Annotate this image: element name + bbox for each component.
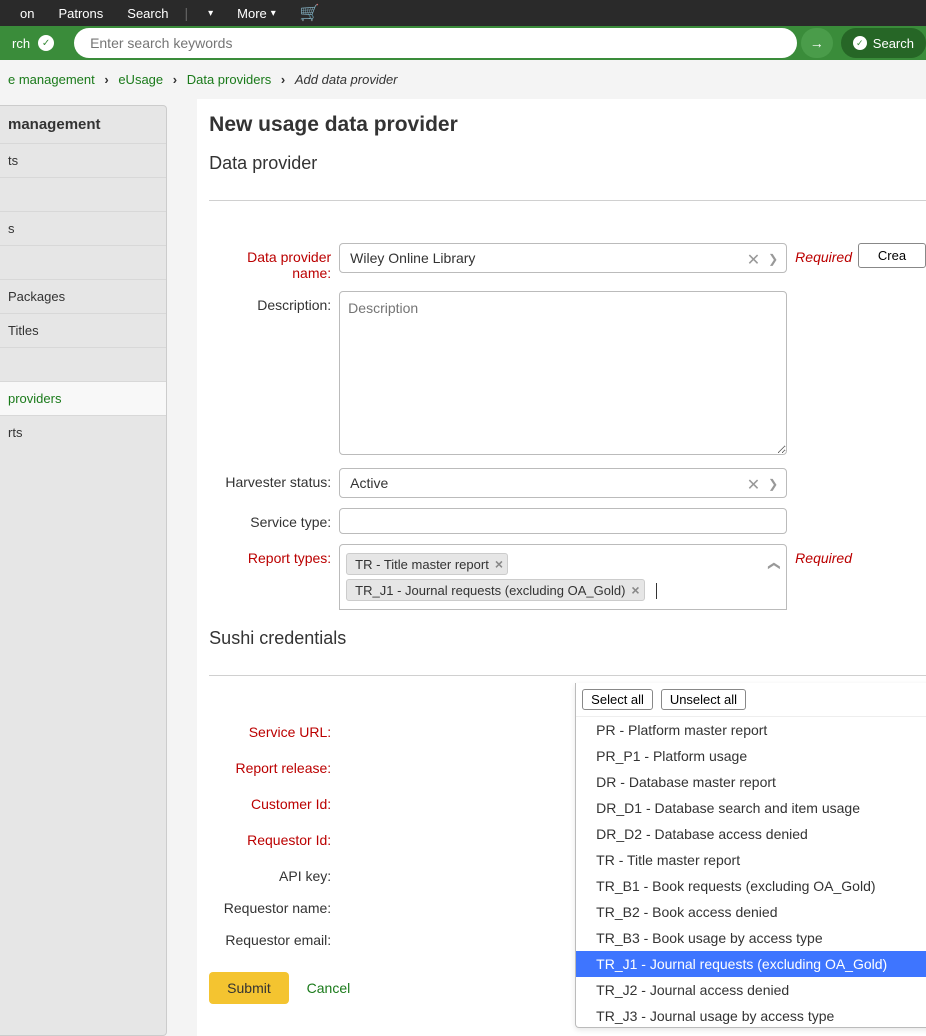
section-title-sushi: Sushi credentials	[209, 628, 926, 657]
search-bar: rch ✓ → ✓ Search	[0, 26, 926, 60]
breadcrumb: e management › eUsage › Data providers ›…	[0, 60, 926, 99]
sidebar-item[interactable]	[0, 245, 166, 279]
breadcrumb-current: Add data provider	[295, 72, 398, 87]
cart-icon[interactable]: 🛒	[288, 3, 332, 23]
dropdown-option[interactable]: DR - Database master report	[576, 769, 926, 795]
label-requestor-name: Requestor name:	[209, 894, 339, 916]
required-indicator: Required	[787, 243, 852, 265]
submit-button[interactable]: Submit	[209, 972, 289, 1004]
nav-item-more[interactable]: More▾	[225, 0, 288, 26]
label-report-release: Report release:	[209, 754, 339, 776]
nav-divider: |	[180, 5, 192, 21]
breadcrumb-link[interactable]: eUsage	[118, 72, 163, 87]
dropdown-option[interactable]: TR_B2 - Book access denied	[576, 899, 926, 925]
label-harvester: Harvester status:	[209, 468, 339, 490]
sidebar-item[interactable]: Titles	[0, 313, 166, 347]
sidebar-item[interactable]: ts	[0, 143, 166, 177]
check-icon: ✓	[853, 36, 867, 50]
remove-tag-icon[interactable]: ×	[631, 582, 639, 598]
create-manually-button[interactable]: Crea	[858, 243, 926, 268]
label-report-types: Report types:	[209, 544, 339, 566]
dropdown-option[interactable]: TR_J3 - Journal usage by access type	[576, 1003, 926, 1027]
sidebar-item[interactable]	[0, 347, 166, 381]
text-cursor	[656, 583, 657, 599]
remove-tag-icon[interactable]: ×	[495, 556, 503, 572]
dropdown-option[interactable]: TR_B1 - Book requests (excluding OA_Gold…	[576, 873, 926, 899]
dropdown-option[interactable]: TR_J2 - Journal access denied	[576, 977, 926, 1003]
sidebar-item[interactable]: s	[0, 211, 166, 245]
breadcrumb-link[interactable]: e management	[8, 72, 95, 87]
search-type-selector[interactable]: rch ✓	[0, 26, 66, 60]
chevron-right-icon: ›	[275, 72, 291, 87]
search-history-button[interactable]: ✓ Search	[841, 28, 926, 58]
search-input[interactable]	[74, 28, 797, 58]
provider-name-select[interactable]: Wiley Online Library ✕ ❯	[339, 243, 787, 273]
search-submit-button[interactable]: →	[801, 28, 833, 58]
selected-tag: TR - Title master report ×	[346, 553, 508, 575]
label-provider-name: Data provider name:	[209, 243, 339, 281]
label-requestor-email: Requestor email:	[209, 926, 339, 948]
dropdown-option[interactable]: PR_P1 - Platform usage	[576, 743, 926, 769]
chevron-up-icon[interactable]: ❯	[766, 561, 780, 571]
chevron-right-icon: ›	[167, 72, 183, 87]
nav-item-search[interactable]: Search	[115, 0, 180, 26]
dropdown-option[interactable]: TR_B3 - Book usage by access type	[576, 925, 926, 951]
selected-tag: TR_J1 - Journal requests (excluding OA_G…	[346, 579, 644, 601]
label-customer-id: Customer Id:	[209, 790, 339, 812]
check-icon: ✓	[38, 35, 54, 51]
top-navigation: on Patrons Search | ▾ More▾ 🛒	[0, 0, 926, 26]
chevron-down-icon[interactable]: ❯	[768, 477, 778, 491]
sidebar-item-providers[interactable]: providers	[0, 381, 166, 415]
description-textarea[interactable]	[339, 291, 787, 455]
page-title: New usage data provider	[209, 113, 926, 137]
main-content: New usage data provider Data provider Da…	[197, 99, 926, 1036]
caret-down-icon: ▾	[208, 8, 213, 19]
label-api-key: API key:	[209, 862, 339, 884]
dropdown-option[interactable]: DR_D1 - Database search and item usage	[576, 795, 926, 821]
dropdown-option[interactable]: PR - Platform master report	[576, 717, 926, 743]
section-title-provider: Data provider	[209, 153, 926, 182]
clear-icon[interactable]: ✕	[747, 475, 760, 495]
label-requestor-id: Requestor Id:	[209, 826, 339, 848]
sidebar-item[interactable]: rts	[0, 415, 166, 449]
dropdown-option-highlighted[interactable]: TR_J1 - Journal requests (excluding OA_G…	[576, 951, 926, 977]
unselect-all-button[interactable]: Unselect all	[661, 689, 746, 710]
section-divider	[209, 675, 926, 676]
nav-item-circulation[interactable]: on	[8, 0, 46, 26]
nav-item-patrons[interactable]: Patrons	[46, 0, 115, 26]
select-all-button[interactable]: Select all	[582, 689, 653, 710]
service-type-input[interactable]	[339, 508, 787, 534]
arrow-right-icon: →	[810, 35, 824, 51]
report-types-dropdown: Select all Unselect all PR - Platform ma…	[575, 683, 926, 1028]
report-types-multiselect[interactable]: TR - Title master report × TR_J1 - Journ…	[339, 544, 787, 610]
dropdown-option[interactable]: TR - Title master report	[576, 847, 926, 873]
sidebar: management ts s Packages Titles provider…	[0, 105, 167, 1036]
caret-down-icon: ▾	[271, 8, 276, 19]
cancel-link[interactable]: Cancel	[307, 980, 351, 996]
chevron-right-icon: ›	[98, 72, 114, 87]
sidebar-title: management	[0, 106, 166, 143]
required-indicator: Required	[787, 544, 852, 566]
label-service-url: Service URL:	[209, 718, 339, 740]
breadcrumb-link[interactable]: Data providers	[187, 72, 272, 87]
dropdown-options-list[interactable]: PR - Platform master report PR_P1 - Plat…	[576, 717, 926, 1027]
sidebar-item[interactable]	[0, 177, 166, 211]
clear-icon[interactable]: ✕	[747, 250, 760, 270]
dropdown-option[interactable]: DR_D2 - Database access denied	[576, 821, 926, 847]
label-service-type: Service type:	[209, 508, 339, 530]
sidebar-item[interactable]: Packages	[0, 279, 166, 313]
label-description: Description:	[209, 291, 339, 313]
chevron-down-icon[interactable]: ❯	[768, 252, 778, 266]
section-divider	[209, 200, 926, 201]
harvester-status-select[interactable]: Active ✕ ❯	[339, 468, 787, 498]
nav-caret-dropdown[interactable]: ▾	[192, 0, 225, 26]
